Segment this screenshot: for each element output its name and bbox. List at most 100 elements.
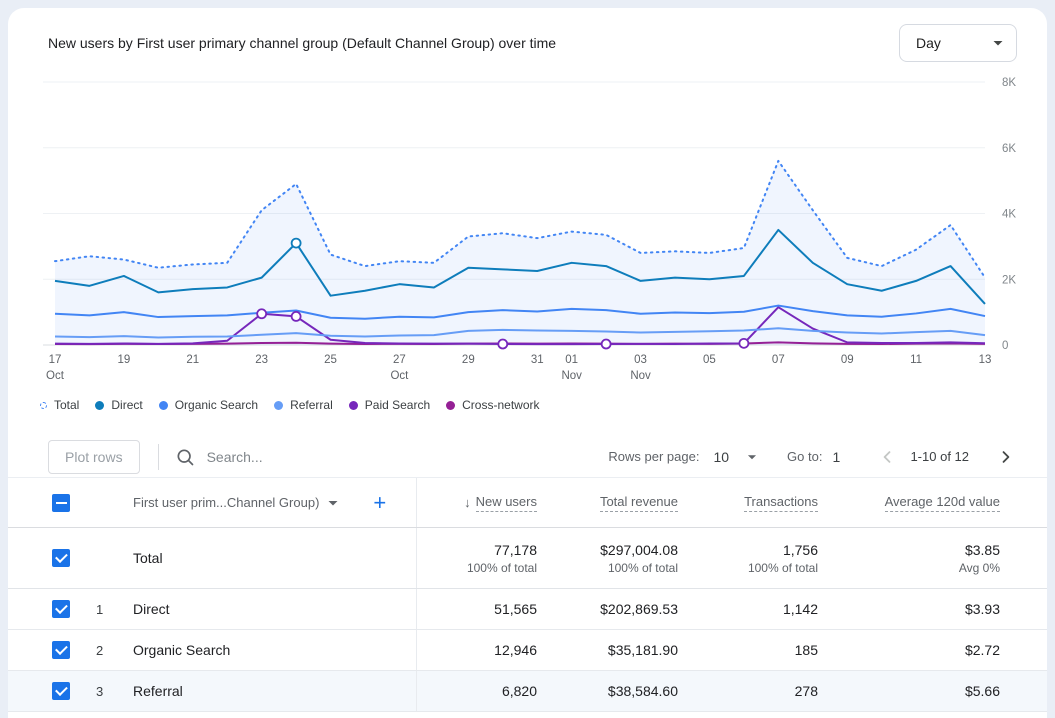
search-icon [175,447,195,467]
svg-text:11: 11 [910,354,922,366]
metric-value: $5.66 [818,671,1000,711]
svg-text:Oct: Oct [390,370,409,382]
svg-text:31: 31 [531,354,544,366]
row-checkbox[interactable] [52,641,70,659]
previous-page-button[interactable] [876,446,898,468]
table-row: 1Direct51,565$202,869.531,142$3.93 [8,589,1047,630]
next-page-button[interactable] [995,446,1017,468]
legend-label: Total [54,398,79,412]
sort-descending-icon: ↓ [464,495,471,510]
metric-value: 12,946 [417,630,537,670]
metric-value: $297,004.08 [600,542,678,558]
rows-per-page-value: 10 [713,449,729,465]
metric-value: 6,820 [417,671,537,711]
column-header-average-120d-value[interactable]: Average 120d value [818,478,1000,527]
legend-item-paid-search: Paid Search [349,398,430,412]
legend-dot [40,402,47,409]
svg-text:Oct: Oct [46,370,65,382]
table-toolbar: Plot rows Rows per page: 10 Go to: 1-10 … [8,436,1047,478]
card-header: New users by First user primary channel … [8,8,1047,62]
svg-text:23: 23 [255,354,268,366]
svg-text:2K: 2K [1002,274,1016,286]
interval-dropdown-value: Day [916,35,941,51]
pagination-range: 1-10 of 12 [910,449,969,464]
metric-value: 185 [678,630,818,670]
svg-text:05: 05 [703,354,716,366]
chart-title: New users by First user primary channel … [48,35,556,51]
legend-label: Direct [111,398,142,412]
svg-text:03: 03 [634,354,647,366]
metric-value: 77,178 [494,542,537,558]
legend-label: Organic Search [175,398,258,412]
go-to-input[interactable] [832,449,858,465]
legend-item-organic-search: Organic Search [159,398,258,412]
svg-text:8K: 8K [1002,77,1016,89]
rows-per-page-label: Rows per page: [608,449,699,464]
svg-text:6K: 6K [1002,143,1016,155]
metric-value: $2.72 [818,630,1000,670]
metric-value: 1,756 [783,542,818,558]
legend-dot [274,401,283,410]
table-row: 3Referral6,820$38,584.60278$5.66 [8,671,1047,712]
dimension-value: Referral [133,671,417,711]
toolbar-divider [158,444,159,470]
svg-text:27: 27 [393,354,406,366]
dimension-header-dropdown[interactable]: First user prim...Channel Group) [133,493,343,513]
svg-text:25: 25 [324,354,337,366]
metric-value: 51,565 [417,589,537,629]
metric-value: $3.85 [965,542,1000,558]
row-checkbox[interactable] [52,549,70,567]
svg-text:13: 13 [979,354,992,366]
svg-text:09: 09 [841,354,854,366]
legend-item-cross-network: Cross-network [446,398,539,412]
row-number: 2 [84,630,133,670]
chart-legend: Total Direct Organic Search Referral Paid Se… [40,396,1047,414]
rows-per-page-select[interactable]: 10 [713,448,761,466]
report-card: New users by First user primary channel … [8,8,1047,718]
svg-text:01: 01 [565,354,578,366]
svg-text:0: 0 [1002,340,1008,352]
legend-label: Cross-network [462,398,539,412]
metric-subvalue: 100% of total [748,561,818,575]
column-header-new-users[interactable]: ↓ New users [417,478,537,527]
legend-dot [446,401,455,410]
chevron-left-icon [876,446,898,468]
total-label: Total [133,550,163,566]
svg-text:Nov: Nov [630,370,651,382]
search-input[interactable] [207,449,467,465]
column-header-transactions[interactable]: Transactions [678,478,818,527]
table-header-row: First user prim...Channel Group) + ↓ New… [8,478,1047,528]
legend-item-direct: Direct [95,398,142,412]
chevron-right-icon [995,446,1017,468]
legend-item-referral: Referral [274,398,333,412]
time-series-chart: 02K4K6K8K17Oct1921232527Oct293101Nov03No… [8,62,1047,392]
interval-dropdown[interactable]: Day [899,24,1017,62]
add-dimension-button[interactable]: + [373,490,386,516]
row-number: 1 [84,589,133,629]
metric-subvalue: Avg 0% [959,561,1000,575]
row-checkbox[interactable] [52,600,70,618]
plot-rows-button[interactable]: Plot rows [48,440,140,474]
legend-dot [159,401,168,410]
svg-text:07: 07 [772,354,785,366]
dimension-header-label: First user prim...Channel Group) [133,495,319,510]
svg-text:Nov: Nov [561,370,582,382]
go-to-label: Go to: [787,449,822,464]
legend-label: Referral [290,398,333,412]
row-number: 3 [84,671,133,711]
select-all-checkbox[interactable] [52,494,70,512]
column-header-total-revenue[interactable]: Total revenue [537,478,678,527]
metric-value: 278 [678,671,818,711]
metric-value: $202,869.53 [537,589,678,629]
legend-dot [95,401,104,410]
chevron-down-icon [988,33,1008,53]
svg-text:4K: 4K [1002,209,1016,221]
metric-value: $3.93 [818,589,1000,629]
metric-value: 1,142 [678,589,818,629]
row-checkbox[interactable] [52,682,70,700]
dimension-value: Direct [133,589,417,629]
table-body: 1Direct51,565$202,869.531,142$3.932Organ… [8,589,1047,712]
totals-row: Total 77,178 100% of total $297,004.08 1… [8,528,1047,589]
dimension-value: Organic Search [133,630,417,670]
metric-value: $38,584.60 [537,671,678,711]
